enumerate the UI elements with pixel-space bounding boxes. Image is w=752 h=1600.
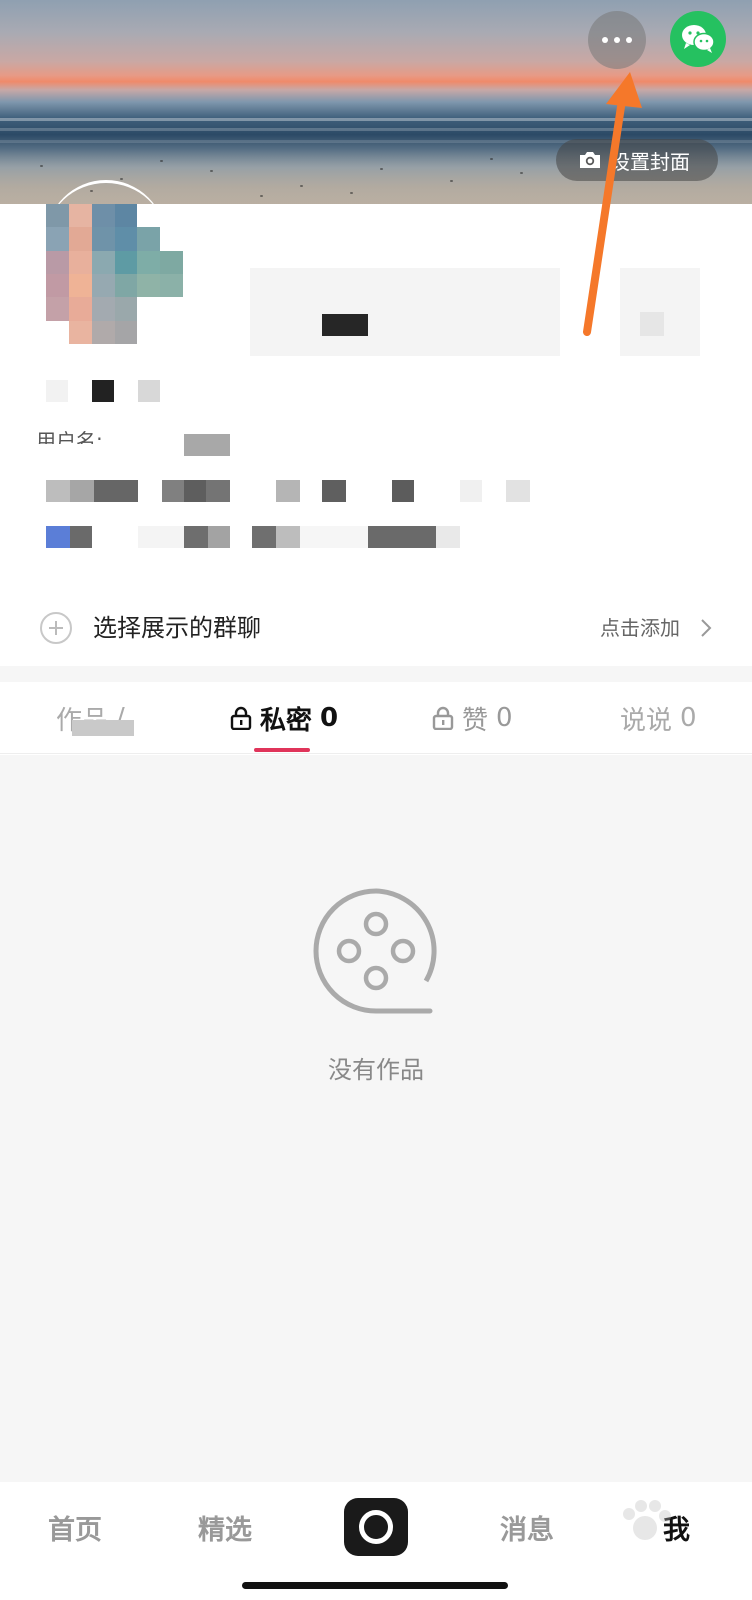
tab-talk-label: 说说 [620, 705, 673, 736]
tab-talk[interactable]: 说说 0 [620, 700, 697, 736]
tab-works-redacted [72, 720, 134, 736]
tab-liked-count: 0 [496, 703, 513, 733]
tab-private-label: 私密 [260, 705, 313, 736]
nav-messages[interactable]: 消息 [500, 1508, 554, 1547]
username-redacted [184, 434, 230, 456]
username-label: 用户名: [36, 430, 103, 444]
active-tab-indicator [254, 748, 310, 752]
nav-featured[interactable]: 精选 [198, 1508, 252, 1547]
tab-private[interactable]: 私密 0 [230, 700, 338, 736]
avatar[interactable] [46, 204, 206, 344]
tab-liked[interactable]: 赞 0 [432, 700, 513, 736]
empty-state-text: 没有作品 [328, 1056, 424, 1084]
record-icon [359, 1510, 393, 1544]
home-indicator[interactable] [242, 1582, 508, 1589]
more-icon [602, 37, 608, 43]
section-divider [0, 666, 752, 682]
wechat-icon [682, 25, 715, 53]
camera-icon [580, 152, 600, 168]
tab-liked-label: 赞 [462, 705, 489, 736]
works-content-area [0, 755, 752, 1482]
group-chat-label: 选择展示的群聊 [93, 614, 261, 642]
tab-talk-count: 0 [680, 703, 697, 733]
lock-icon [230, 706, 252, 730]
plus-icon [40, 612, 72, 644]
set-cover-label: 设置封面 [610, 149, 690, 174]
set-cover-button[interactable]: 设置封面 [556, 139, 718, 181]
film-reel-icon [313, 888, 437, 1014]
shoot-button[interactable] [344, 1498, 408, 1556]
tab-private-count: 0 [320, 703, 339, 733]
chevron-right-icon [701, 619, 712, 637]
nav-home[interactable]: 首页 [48, 1508, 102, 1547]
more-button[interactable] [588, 11, 646, 69]
lock-icon [432, 706, 454, 730]
tab-works[interactable]: 作品 / [56, 700, 134, 736]
wechat-button[interactable] [670, 11, 726, 67]
add-group-link[interactable]: 点击添加 [600, 614, 680, 642]
watermark-logo [575, 1500, 715, 1560]
profile-tabs: 作品 / 私密 0 赞 0 说说 0 [0, 682, 752, 754]
